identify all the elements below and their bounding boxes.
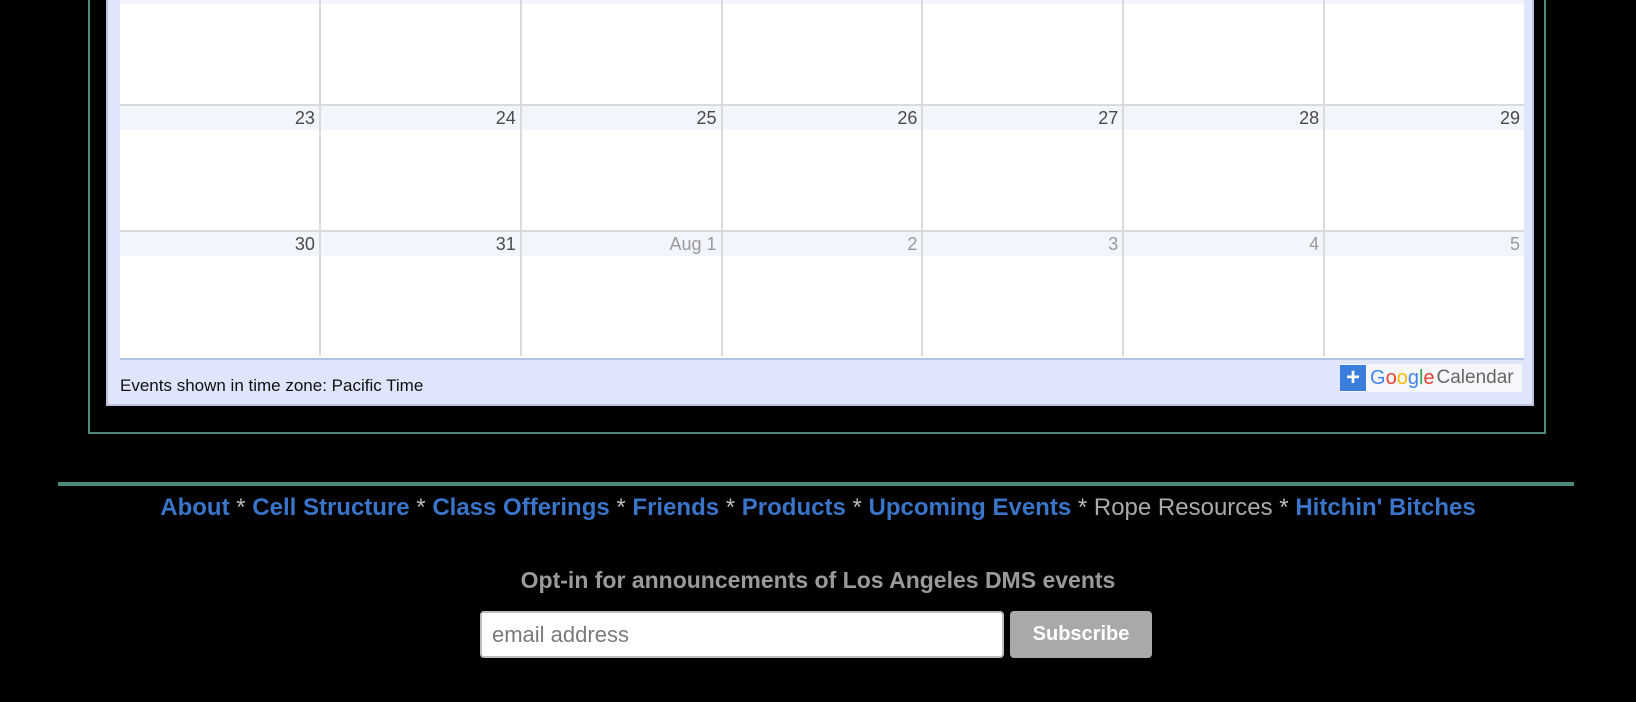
google-logo-letter: g bbox=[1407, 366, 1419, 389]
day-cell[interactable] bbox=[519, 0, 721, 104]
day-cell[interactable]: 26 bbox=[720, 104, 922, 230]
day-cell[interactable] bbox=[1323, 0, 1525, 104]
day-cell[interactable] bbox=[120, 0, 319, 104]
footer-nav-products[interactable]: Products bbox=[742, 494, 846, 521]
day-number: 2 bbox=[722, 232, 922, 256]
day-number: Aug 1 bbox=[521, 232, 721, 256]
day-number: 3 bbox=[923, 232, 1123, 256]
footer-nav-hitchin-bitches[interactable]: Hitchin' Bitches bbox=[1295, 494, 1475, 521]
nav-separator: * bbox=[409, 494, 433, 521]
subscribe-button[interactable]: Subscribe bbox=[1010, 611, 1152, 658]
google-logo-letter: G bbox=[1370, 366, 1386, 389]
day-cell[interactable]: 23 bbox=[120, 104, 319, 230]
footer-nav: About * Cell Structure * Class Offerings… bbox=[0, 490, 1636, 526]
footer-nav-upcoming-events[interactable]: Upcoming Events bbox=[868, 494, 1071, 521]
footer-nav-class-offerings[interactable]: Class Offerings bbox=[432, 494, 609, 521]
day-number bbox=[320, 0, 520, 4]
day-number bbox=[1124, 0, 1324, 4]
nav-separator: * bbox=[1272, 494, 1296, 521]
google-logo: Google bbox=[1370, 367, 1435, 390]
day-number: 27 bbox=[923, 106, 1123, 130]
nav-separator: * bbox=[719, 494, 742, 521]
day-number bbox=[923, 0, 1123, 4]
day-number: 28 bbox=[1124, 106, 1324, 130]
google-logo-letter: e bbox=[1423, 366, 1435, 389]
footer-nav-rope-resources: Rope Resources bbox=[1093, 494, 1273, 521]
calendar-logo-text: Calendar bbox=[1436, 367, 1514, 388]
day-cell[interactable]: 30 bbox=[120, 230, 319, 356]
calendar-grid: 23 24 25 26 27 28 29 30 31 Aug 1 2 3 4 5 bbox=[120, 0, 1525, 360]
day-cell[interactable] bbox=[318, 0, 520, 104]
day-number: 25 bbox=[521, 106, 721, 130]
calendar-week: 30 31 Aug 1 2 3 4 5 bbox=[120, 230, 1525, 356]
nav-separator: * bbox=[845, 494, 869, 521]
google-logo-letter: o bbox=[1396, 366, 1408, 389]
day-cell[interactable]: 28 bbox=[1122, 104, 1324, 230]
day-number bbox=[722, 0, 922, 4]
day-cell[interactable]: 29 bbox=[1323, 104, 1525, 230]
day-cell[interactable]: 3 bbox=[921, 230, 1123, 356]
day-cell[interactable]: 24 bbox=[318, 104, 520, 230]
day-cell[interactable] bbox=[921, 0, 1123, 104]
day-number bbox=[120, 0, 319, 4]
footer-nav-about[interactable]: About bbox=[160, 494, 229, 521]
google-logo-letter: o bbox=[1385, 366, 1397, 389]
day-number: 4 bbox=[1124, 232, 1324, 256]
day-cell[interactable]: Aug 1 bbox=[519, 230, 721, 356]
nav-separator: * bbox=[1071, 494, 1094, 521]
calendar-week bbox=[120, 0, 1525, 104]
day-number: 23 bbox=[120, 106, 319, 130]
day-number: 31 bbox=[320, 232, 520, 256]
optin-title: Opt-in for announcements of Los Angeles … bbox=[520, 567, 1116, 593]
footer-nav-friends[interactable]: Friends bbox=[632, 494, 719, 521]
day-cell[interactable]: 31 bbox=[318, 230, 520, 356]
day-cell[interactable]: 27 bbox=[921, 104, 1123, 230]
calendar-week: 23 24 25 26 27 28 29 bbox=[120, 104, 1525, 230]
day-cell[interactable]: 2 bbox=[720, 230, 922, 356]
nav-separator: * bbox=[229, 494, 253, 521]
day-cell[interactable] bbox=[1122, 0, 1324, 104]
day-cell[interactable] bbox=[720, 0, 922, 104]
timezone-note: Events shown in time zone: Pacific Time bbox=[120, 376, 424, 395]
day-cell[interactable]: 25 bbox=[519, 104, 721, 230]
email-input[interactable] bbox=[480, 611, 1004, 658]
day-number bbox=[1325, 0, 1525, 4]
day-number bbox=[521, 0, 721, 4]
plus-icon[interactable]: + bbox=[1340, 365, 1366, 391]
day-number: 29 bbox=[1325, 106, 1525, 130]
google-calendar-embed: 23 24 25 26 27 28 29 30 31 Aug 1 2 3 4 5… bbox=[106, 0, 1534, 406]
day-number: 26 bbox=[722, 106, 922, 130]
google-calendar-badge[interactable]: + Google Calendar bbox=[1340, 364, 1522, 392]
day-number: 30 bbox=[120, 232, 319, 256]
day-number: 5 bbox=[1325, 232, 1525, 256]
footer-divider bbox=[58, 482, 1574, 486]
day-cell[interactable]: 4 bbox=[1122, 230, 1324, 356]
day-cell[interactable]: 5 bbox=[1323, 230, 1525, 356]
footer-nav-cell-structure[interactable]: Cell Structure bbox=[252, 494, 409, 521]
day-number: 24 bbox=[320, 106, 520, 130]
nav-separator: * bbox=[609, 494, 633, 521]
